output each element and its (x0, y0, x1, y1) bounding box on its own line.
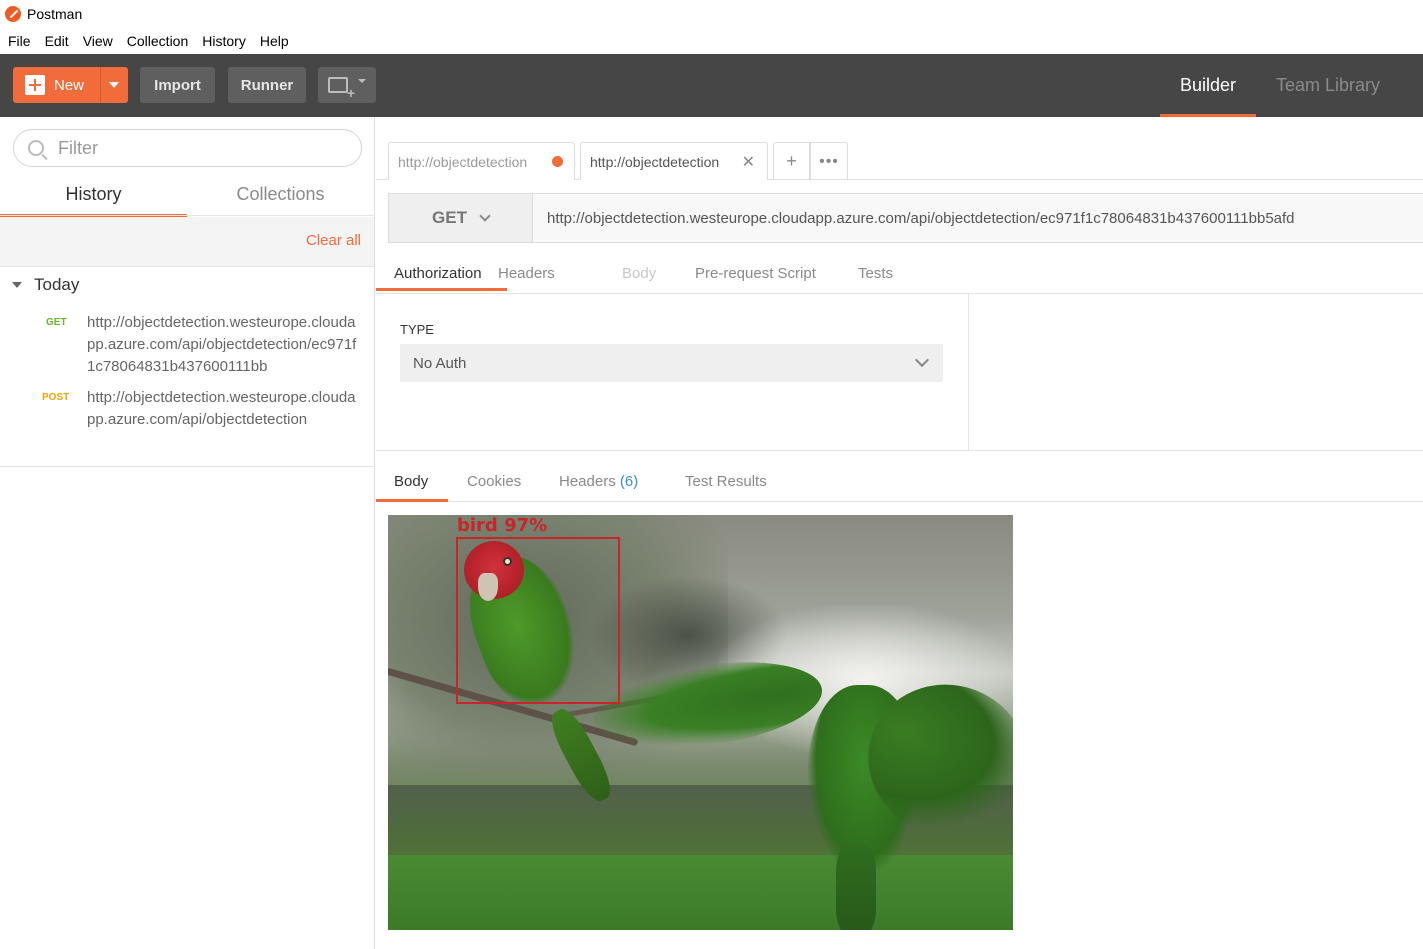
history-item-url: http://objectdetection.westeurope.clouda… (87, 389, 356, 428)
search-icon (28, 140, 44, 156)
tab-response-headers[interactable]: Headers (6) (559, 473, 638, 490)
collapse-triangle-icon (12, 282, 22, 288)
chevron-down-icon (479, 210, 491, 222)
tab-test-results[interactable]: Test Results (685, 473, 767, 490)
menu-help[interactable]: Help (253, 28, 296, 54)
menu-view[interactable]: View (76, 28, 120, 54)
title-bar: Postman (0, 0, 1423, 28)
tab-history[interactable]: History (0, 177, 187, 217)
toolbar: New Import Runner Builder Team Library (0, 54, 1423, 117)
tab-tests[interactable]: Tests (858, 265, 893, 282)
tab-team-library[interactable]: Team Library (1262, 54, 1394, 117)
request-subtabs: Authorization Headers Body Pre-request S… (376, 257, 1423, 294)
request-tabs: http://objectdetection http://objectdete… (376, 117, 1423, 180)
close-icon[interactable]: ✕ (742, 152, 755, 172)
method-badge: GET (46, 317, 67, 328)
headers-label: Headers (559, 473, 616, 490)
filter-box (13, 129, 362, 167)
menu-edit[interactable]: Edit (38, 28, 76, 54)
sidebar-tabs: History Collections (0, 177, 374, 217)
clear-row: Clear all (0, 217, 374, 267)
filter-input[interactable] (58, 137, 338, 159)
tab-authorization[interactable]: Authorization (394, 265, 482, 282)
url-bar: GET (388, 193, 1423, 243)
new-button-label: New (54, 76, 85, 94)
more-tabs-button[interactable]: ••• (810, 142, 848, 180)
request-tab-label: http://objectdetection (398, 153, 528, 170)
sidebar: History Collections Clear all Today GET … (0, 117, 375, 949)
new-window-button[interactable] (318, 67, 376, 103)
request-tab-label: http://objectdetection (590, 153, 720, 170)
tab-cookies[interactable]: Cookies (467, 473, 521, 490)
auth-type-select[interactable]: No Auth (400, 344, 943, 382)
chevron-down-icon (914, 352, 930, 368)
response-image: bird 97% (388, 515, 1013, 930)
request-tab[interactable]: http://objectdetection (388, 142, 575, 180)
menu-bar: File Edit View Collection History Help (0, 28, 1423, 54)
window-title: Postman (27, 6, 83, 22)
runner-button[interactable]: Runner (228, 67, 306, 103)
menu-history[interactable]: History (195, 28, 253, 54)
history-group-label: Today (34, 275, 80, 294)
tab-headers[interactable]: Headers (498, 265, 555, 282)
tab-pre-request-script[interactable]: Pre-request Script (695, 265, 816, 282)
method-label: GET (432, 208, 467, 227)
type-label: TYPE (400, 322, 434, 337)
method-badge: POST (42, 392, 70, 403)
postman-logo-icon (5, 6, 21, 22)
auth-type-value: No Auth (413, 354, 467, 372)
menu-file[interactable]: File (1, 28, 38, 54)
caret-down-icon (358, 79, 366, 83)
detection-label: bird 97% (457, 515, 548, 536)
new-dropdown-caret-icon[interactable] (109, 82, 119, 88)
unsaved-dot-icon (552, 156, 563, 167)
add-tab-button[interactable]: + (773, 142, 810, 180)
auth-panel: TYPE No Auth (376, 294, 969, 451)
response-tabs: Body Cookies Headers (6) Test Results (376, 451, 1423, 502)
plus-icon (25, 75, 45, 95)
detection-box (456, 537, 620, 704)
history-item-url: http://objectdetection.westeurope.clouda… (87, 314, 357, 375)
new-button[interactable]: New (13, 67, 128, 103)
import-button[interactable]: Import (140, 67, 215, 103)
new-window-icon (328, 77, 355, 101)
headers-count: (6) (619, 473, 639, 490)
method-select[interactable]: GET (389, 194, 533, 242)
tab-builder[interactable]: Builder (1160, 54, 1256, 117)
request-tab-active[interactable]: http://objectdetection ✕ (580, 142, 768, 180)
history-group-today[interactable]: Today (12, 275, 79, 295)
clear-all-link[interactable]: Clear all (306, 232, 361, 249)
tab-response-body[interactable]: Body (394, 473, 428, 490)
tab-body[interactable]: Body (622, 265, 656, 282)
url-input[interactable] (534, 194, 1423, 242)
main-panel: http://objectdetection http://objectdete… (376, 117, 1423, 949)
tab-collections[interactable]: Collections (187, 177, 374, 217)
menu-collection[interactable]: Collection (120, 28, 195, 54)
